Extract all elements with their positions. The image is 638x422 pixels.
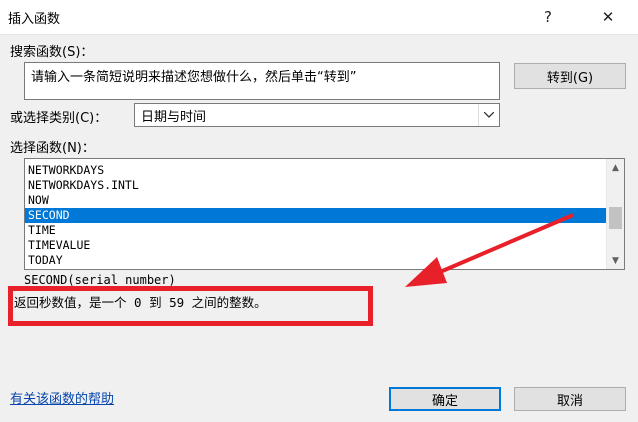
help-link[interactable]: 有关该函数的帮助 <box>10 388 114 407</box>
function-signature: SECOND(serial_number) <box>24 273 176 287</box>
scroll-thumb[interactable] <box>609 207 622 229</box>
function-list-item[interactable]: NETWORKDAYS.INTL <box>25 178 624 193</box>
function-list-label: 选择函数(N)： <box>10 141 95 156</box>
category-label: 或选择类别(C)： <box>10 111 108 126</box>
search-label: 搜索函数(S)： <box>10 45 94 60</box>
function-list-scrollbar[interactable]: ▲ ▼ <box>606 159 624 269</box>
search-input[interactable]: 请输入一条简短说明来描述您想做什么，然后单击“转到” <box>24 62 500 100</box>
function-list-item[interactable]: NETWORKDAYS <box>25 163 624 178</box>
scroll-up-icon[interactable]: ▲ <box>607 159 624 176</box>
window-title: 插入函数 <box>8 12 61 27</box>
help-button[interactable]: ? <box>528 0 568 34</box>
chevron-down-icon[interactable] <box>478 104 499 126</box>
category-select[interactable]: 日期与时间 <box>134 103 500 127</box>
search-input-text: 请输入一条简短说明来描述您想做什么，然后单击“转到” <box>31 70 357 85</box>
scroll-down-icon[interactable]: ▼ <box>607 252 624 269</box>
watermark-logo <box>480 364 630 408</box>
category-selected-value: 日期与时间 <box>141 110 207 125</box>
help-icon: ? <box>544 8 552 26</box>
highlight-box <box>8 286 373 326</box>
annotation-arrow <box>405 213 574 287</box>
go-button[interactable]: 转到(G) <box>514 63 626 89</box>
close-button[interactable]: ✕ <box>588 0 628 34</box>
close-icon: ✕ <box>601 8 615 26</box>
